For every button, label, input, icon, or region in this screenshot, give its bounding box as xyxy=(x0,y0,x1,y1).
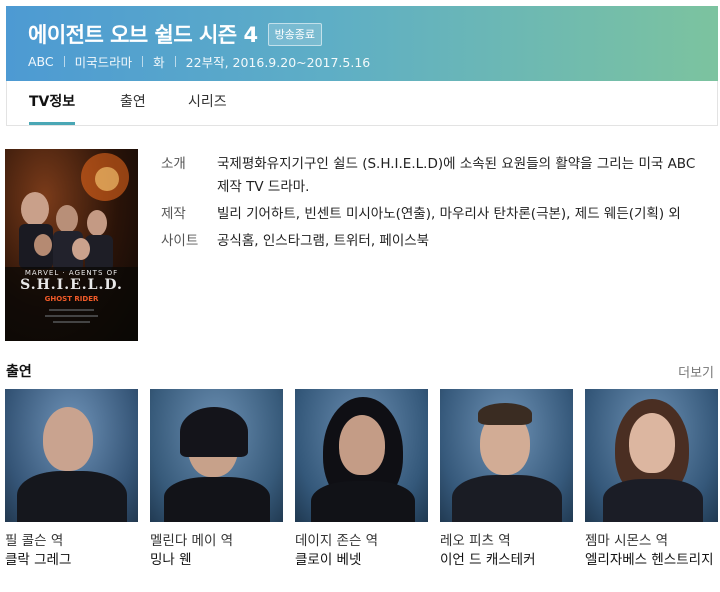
cast-photo[interactable] xyxy=(295,389,428,522)
info-intro-text: 국제평화유지기구인 쉴드 (S.H.I.E.L.D)에 소속된 요원들의 활약을… xyxy=(217,156,696,195)
info-production-row: 제작 빌리 기어하트, 빈센트 미시아노(연출), 마우리사 탄차론(극본), … xyxy=(161,203,701,226)
meta-genre: 미국드라마 xyxy=(74,55,133,70)
poster-logo-sub: GHOST RIDER xyxy=(44,295,99,303)
meta-divider xyxy=(142,56,144,67)
cast-name[interactable]: 엘리자베스 헨스트리지 xyxy=(585,550,718,570)
tab-cast[interactable]: 출연 xyxy=(120,81,146,125)
info-site-row: 사이트 공식홈, 인스타그램, 트위터, 페이스북 xyxy=(161,230,701,253)
program-title[interactable]: 에이전트 오브 쉴드 시즌 4 xyxy=(28,19,258,49)
tab-series[interactable]: 시리즈 xyxy=(188,81,227,125)
meta-airday: 화 xyxy=(153,55,165,70)
cast-section-title: 출연 xyxy=(6,364,32,380)
info-intro-row: 소개 국제평화유지기구인 쉴드 (S.H.I.E.L.D)에 소속된 요원들의 … xyxy=(161,153,701,199)
meta-channel[interactable]: ABC xyxy=(28,54,54,69)
cast-role: 필 콜슨 역 xyxy=(5,533,64,549)
program-info: 소개 국제평화유지기구인 쉴드 (S.H.I.E.L.D)에 소속된 요원들의 … xyxy=(161,153,701,253)
meta-episodes-period: 22부작, 2016.9.20~2017.5.16 xyxy=(185,55,371,70)
cast-photo[interactable] xyxy=(150,389,283,522)
cast-photo[interactable] xyxy=(440,389,573,522)
cast-card[interactable]: 필 콜슨 역 클락 그레그 xyxy=(5,389,138,570)
cast-role: 멜린다 메이 역 xyxy=(150,533,234,549)
poster-image[interactable]: MARVEL · AGENTS OF S.H.I.E.L.D. GHOST RI… xyxy=(5,149,138,341)
cast-card[interactable]: 젬마 시몬스 역 엘리자베스 헨스트리지 xyxy=(585,389,718,570)
program-meta: ABC 미국드라마 화 22부작, 2016.9.20~2017.5.16 xyxy=(28,52,370,71)
site-link-facebook[interactable]: 페이스북 xyxy=(379,233,429,249)
site-link-official[interactable]: 공식홈 xyxy=(217,233,254,249)
cast-card[interactable]: 데이지 존슨 역 클로이 베넷 xyxy=(295,389,428,570)
site-link-instagram[interactable]: 인스타그램 xyxy=(263,233,325,249)
cast-more-link[interactable]: 더보기 xyxy=(678,362,714,381)
info-intro-label: 소개 xyxy=(161,156,186,172)
info-site-links: 공식홈, 인스타그램, 트위터, 페이스북 xyxy=(217,233,430,249)
cast-photo[interactable] xyxy=(5,389,138,522)
program-header: 에이전트 오브 쉴드 시즌 4 방송종료 ABC 미국드라마 화 22부작, 2… xyxy=(6,6,718,81)
cast-photo[interactable] xyxy=(585,389,718,522)
tab-tv-info[interactable]: TV정보 xyxy=(29,81,76,125)
poster-logo-small: MARVEL · AGENTS OF xyxy=(24,269,119,277)
status-badge: 방송종료 xyxy=(267,22,323,46)
info-site-label: 사이트 xyxy=(161,233,199,249)
meta-divider xyxy=(63,56,65,67)
tab-bar: TV정보 출연 시리즈 xyxy=(6,81,718,126)
meta-divider xyxy=(174,56,176,67)
cast-role: 레오 피츠 역 xyxy=(440,533,511,549)
cast-card[interactable]: 멜린다 메이 역 밍나 웬 xyxy=(150,389,283,570)
site-link-twitter[interactable]: 트위터 xyxy=(334,233,371,249)
cast-name[interactable]: 밍나 웬 xyxy=(150,550,283,570)
poster-logo-main: S.H.I.E.L.D. xyxy=(20,277,123,293)
cast-role: 데이지 존슨 역 xyxy=(295,533,379,549)
info-production-text: 빌리 기어하트, 빈센트 미시아노(연출), 마우리사 탄차론(극본), 제드 … xyxy=(217,206,681,222)
cast-name[interactable]: 이언 드 캐스테커 xyxy=(440,550,573,570)
poster-logo: MARVEL · AGENTS OF S.H.I.E.L.D. GHOST RI… xyxy=(5,269,138,303)
cast-card[interactable]: 레오 피츠 역 이언 드 캐스테커 xyxy=(440,389,573,570)
cast-role: 젬마 시몬스 역 xyxy=(585,533,669,549)
cast-name[interactable]: 클락 그레그 xyxy=(5,550,138,570)
poster-artwork xyxy=(5,153,138,341)
info-production-label: 제작 xyxy=(161,206,186,222)
cast-name[interactable]: 클로이 베넷 xyxy=(295,550,428,570)
